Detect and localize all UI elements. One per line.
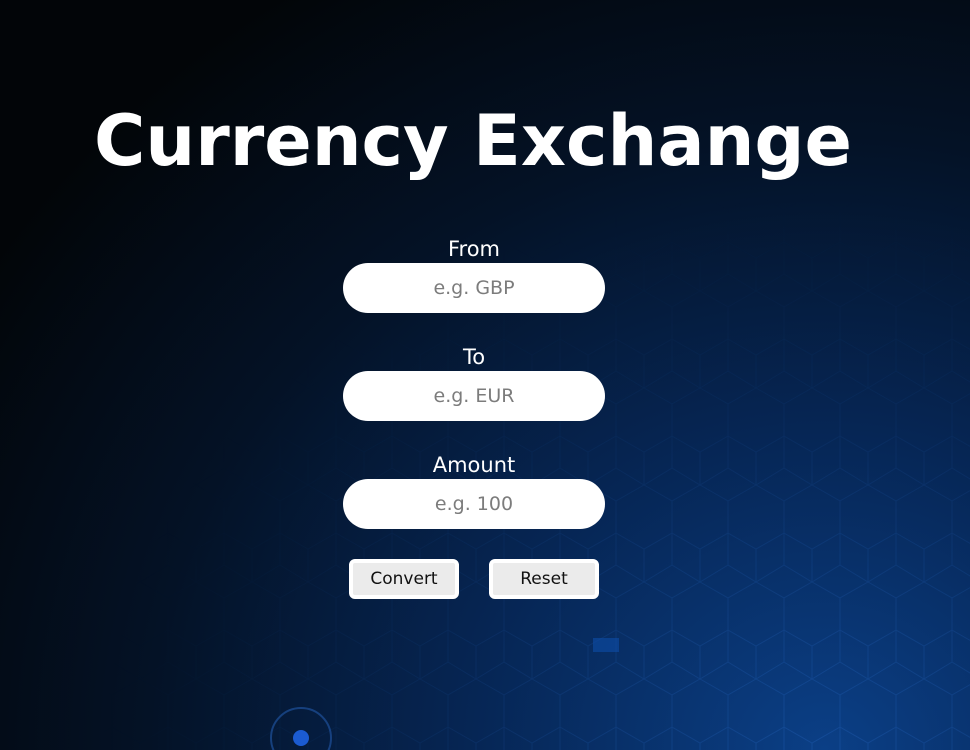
from-field-group: From bbox=[343, 236, 605, 313]
amount-field-group: Amount bbox=[343, 452, 605, 529]
from-currency-input[interactable] bbox=[343, 263, 605, 313]
to-currency-input[interactable] bbox=[343, 371, 605, 421]
from-label: From bbox=[447, 237, 501, 261]
reset-button[interactable]: Reset bbox=[489, 559, 599, 599]
convert-button[interactable]: Convert bbox=[349, 559, 459, 599]
amount-label: Amount bbox=[432, 453, 516, 477]
page-title: Currency Exchange bbox=[93, 100, 852, 182]
to-field-group: To bbox=[343, 344, 605, 421]
amount-input[interactable] bbox=[343, 479, 605, 529]
exchange-form: From To Amount bbox=[343, 236, 605, 529]
to-label: To bbox=[462, 345, 486, 369]
action-buttons: Convert Reset bbox=[349, 559, 599, 599]
